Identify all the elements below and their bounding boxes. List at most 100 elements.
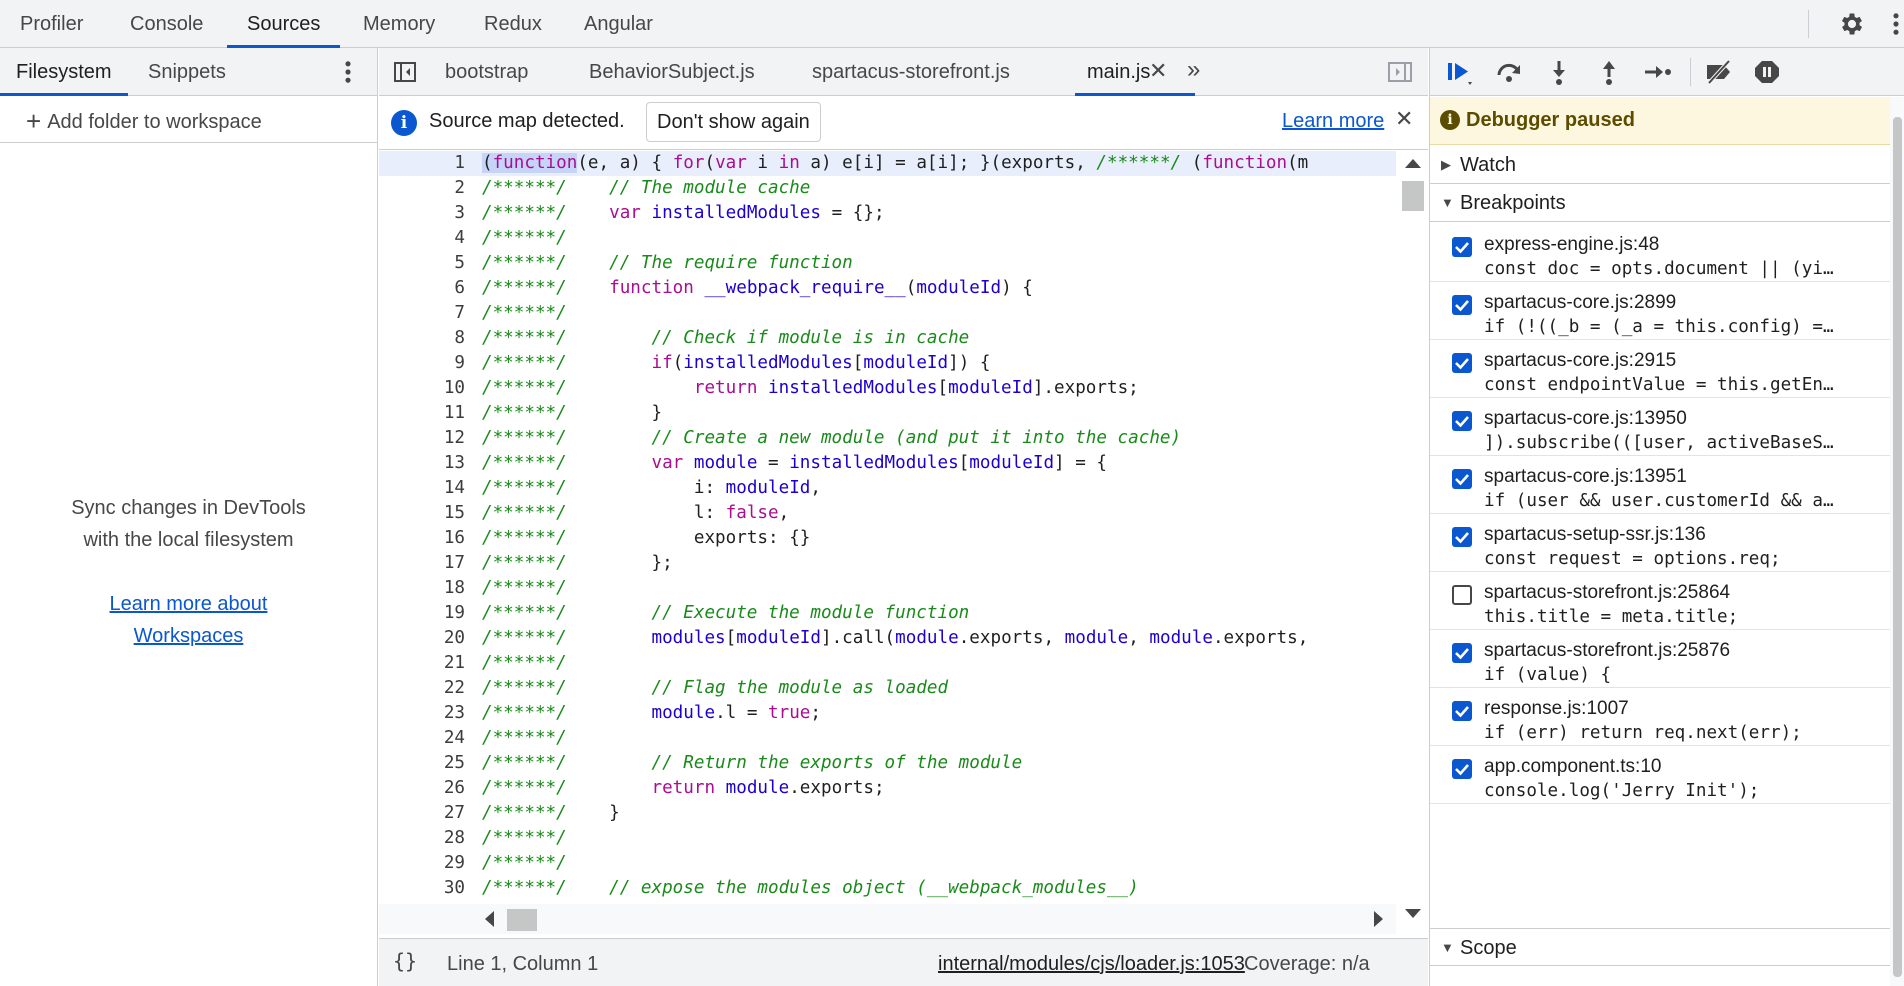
code-line[interactable]: 6 /******/ function __webpack_require__(m…: [379, 276, 1396, 301]
code-line[interactable]: 10 /******/ return installedModules[modul…: [379, 376, 1396, 401]
tab-redux[interactable]: Redux: [464, 0, 562, 48]
breakpoint-item[interactable]: spartacus-storefront.js:25876 if (value) …: [1430, 630, 1890, 688]
horizontal-scrollbar[interactable]: [379, 904, 1396, 934]
line-number[interactable]: 13: [379, 451, 465, 476]
breakpoint-code[interactable]: if (user && user.customerId && a…: [1484, 491, 1882, 511]
tab-snippets[interactable]: Snippets: [132, 48, 242, 96]
more-tabs-icon[interactable]: »: [1187, 56, 1200, 84]
close-icon[interactable]: ✕: [1395, 106, 1413, 132]
line-number[interactable]: 15: [379, 501, 465, 526]
tab-angular[interactable]: Angular: [564, 0, 673, 48]
breakpoint-checkbox[interactable]: [1452, 411, 1472, 431]
learn-workspaces-link[interactable]: Learn more about Workspaces: [0, 588, 377, 652]
tab-memory[interactable]: Memory: [343, 0, 455, 48]
line-number[interactable]: 11: [379, 401, 465, 426]
watch-section-header[interactable]: ▶ Watch: [1430, 146, 1890, 184]
line-number[interactable]: 25: [379, 751, 465, 776]
code-line[interactable]: 23 /******/ module.l = true;: [379, 701, 1396, 726]
breakpoint-location[interactable]: spartacus-core.js:2899: [1484, 292, 1676, 314]
code-line[interactable]: 25 /******/ // Return the exports of the …: [379, 751, 1396, 776]
scroll-right-icon[interactable]: [1374, 911, 1383, 927]
scroll-thumb[interactable]: [1402, 181, 1424, 211]
link-line[interactable]: Workspaces: [0, 620, 377, 652]
gear-icon[interactable]: [1838, 10, 1866, 38]
code-line[interactable]: 26 /******/ return module.exports;: [379, 776, 1396, 801]
code-line[interactable]: 17 /******/ };: [379, 551, 1396, 576]
code-view[interactable]: 1 (function(e, a) { for(var i in a) e[i] …: [379, 151, 1396, 933]
tab-console[interactable]: Console: [110, 0, 223, 48]
code-line[interactable]: 4 /******/: [379, 226, 1396, 251]
breakpoint-checkbox[interactable]: [1452, 585, 1472, 605]
dont-show-again-button[interactable]: Don't show again: [646, 102, 821, 142]
resume-icon[interactable]: [1444, 58, 1474, 86]
tab-profiler[interactable]: Profiler: [0, 0, 103, 48]
breakpoint-code[interactable]: const endpointValue = this.getEn…: [1484, 375, 1882, 395]
breakpoint-code[interactable]: if (!((_b = (_a = this.config) =…: [1484, 317, 1882, 337]
step-icon[interactable]: [1642, 58, 1672, 86]
line-number[interactable]: 9: [379, 351, 465, 376]
line-number[interactable]: 19: [379, 601, 465, 626]
toggle-navigator-icon[interactable]: [393, 60, 417, 84]
line-number[interactable]: 5: [379, 251, 465, 276]
breakpoint-location[interactable]: spartacus-storefront.js:25876: [1484, 640, 1730, 662]
line-number[interactable]: 17: [379, 551, 465, 576]
learn-more-link[interactable]: Learn more: [1282, 110, 1384, 133]
breakpoint-location[interactable]: response.js:1007: [1484, 698, 1629, 720]
vertical-scrollbar[interactable]: [1396, 151, 1428, 933]
breakpoint-checkbox[interactable]: [1452, 237, 1472, 257]
code-line[interactable]: 22 /******/ // Flag the module as loaded: [379, 676, 1396, 701]
breakpoint-checkbox[interactable]: [1452, 295, 1472, 315]
pause-on-exceptions-icon[interactable]: [1752, 58, 1782, 86]
tab-sources[interactable]: Sources: [227, 0, 341, 48]
breakpoint-item[interactable]: spartacus-setup-ssr.js:136 const request …: [1430, 514, 1890, 572]
line-number[interactable]: 29: [379, 851, 465, 876]
code-line[interactable]: 28 /******/: [379, 826, 1396, 851]
add-folder-button[interactable]: + Add folder to workspace: [26, 106, 262, 137]
line-number[interactable]: 2: [379, 176, 465, 201]
breakpoint-checkbox[interactable]: [1452, 469, 1472, 489]
close-icon[interactable]: ✕: [1149, 58, 1167, 84]
line-number[interactable]: 26: [379, 776, 465, 801]
scroll-thumb[interactable]: [507, 909, 537, 931]
line-number[interactable]: 30: [379, 876, 465, 901]
breakpoint-item[interactable]: spartacus-core.js:2899 if (!((_b = (_a = …: [1430, 282, 1890, 340]
file-tab-spartacus-storefront[interactable]: spartacus-storefront.js: [800, 48, 1022, 96]
breakpoint-location[interactable]: spartacus-core.js:2915: [1484, 350, 1676, 372]
code-line[interactable]: 19 /******/ // Execute the module functio…: [379, 601, 1396, 626]
code-line[interactable]: 5 /******/ // The require function: [379, 251, 1396, 276]
toggle-debugger-icon[interactable]: [1387, 60, 1413, 84]
line-number[interactable]: 22: [379, 676, 465, 701]
line-number[interactable]: 27: [379, 801, 465, 826]
line-number[interactable]: 20: [379, 626, 465, 651]
file-tab-bootstrap[interactable]: bootstrap: [433, 48, 540, 96]
code-line[interactable]: 11 /******/ }: [379, 401, 1396, 426]
breakpoint-item[interactable]: app.component.ts:10 console.log('Jerry In…: [1430, 746, 1890, 804]
code-line[interactable]: 3 /******/ var installedModules = {};: [379, 201, 1396, 226]
source-link[interactable]: internal/modules/cjs/loader.js:1053: [938, 953, 1245, 976]
breakpoint-checkbox[interactable]: [1452, 759, 1472, 779]
code-line[interactable]: 1 (function(e, a) { for(var i in a) e[i] …: [379, 151, 1396, 176]
line-number[interactable]: 7: [379, 301, 465, 326]
breakpoint-location[interactable]: spartacus-core.js:13950: [1484, 408, 1687, 430]
line-number[interactable]: 21: [379, 651, 465, 676]
code-line[interactable]: 2 /******/ // The module cache: [379, 176, 1396, 201]
code-line[interactable]: 18 /******/: [379, 576, 1396, 601]
line-number[interactable]: 3: [379, 201, 465, 226]
breakpoints-section-header[interactable]: ▼ Breakpoints: [1430, 184, 1890, 222]
breakpoint-item[interactable]: spartacus-core.js:13951 if (user && user.…: [1430, 456, 1890, 514]
breakpoint-code[interactable]: this.title = meta.title;: [1484, 607, 1882, 627]
code-line[interactable]: 24 /******/: [379, 726, 1396, 751]
breakpoint-code[interactable]: if (value) {: [1484, 665, 1882, 685]
line-number[interactable]: 24: [379, 726, 465, 751]
code-line[interactable]: 12 /******/ // Create a new module (and p…: [379, 426, 1396, 451]
line-number[interactable]: 6: [379, 276, 465, 301]
breakpoint-location[interactable]: express-engine.js:48: [1484, 234, 1659, 256]
breakpoint-location[interactable]: app.component.ts:10: [1484, 756, 1661, 778]
line-number[interactable]: 8: [379, 326, 465, 351]
code-line[interactable]: 29 /******/: [379, 851, 1396, 876]
code-line[interactable]: 27 /******/ }: [379, 801, 1396, 826]
line-number[interactable]: 23: [379, 701, 465, 726]
tab-filesystem[interactable]: Filesystem: [0, 48, 128, 96]
line-number[interactable]: 1: [379, 151, 465, 176]
file-tab-main[interactable]: main.js: [1075, 48, 1195, 96]
